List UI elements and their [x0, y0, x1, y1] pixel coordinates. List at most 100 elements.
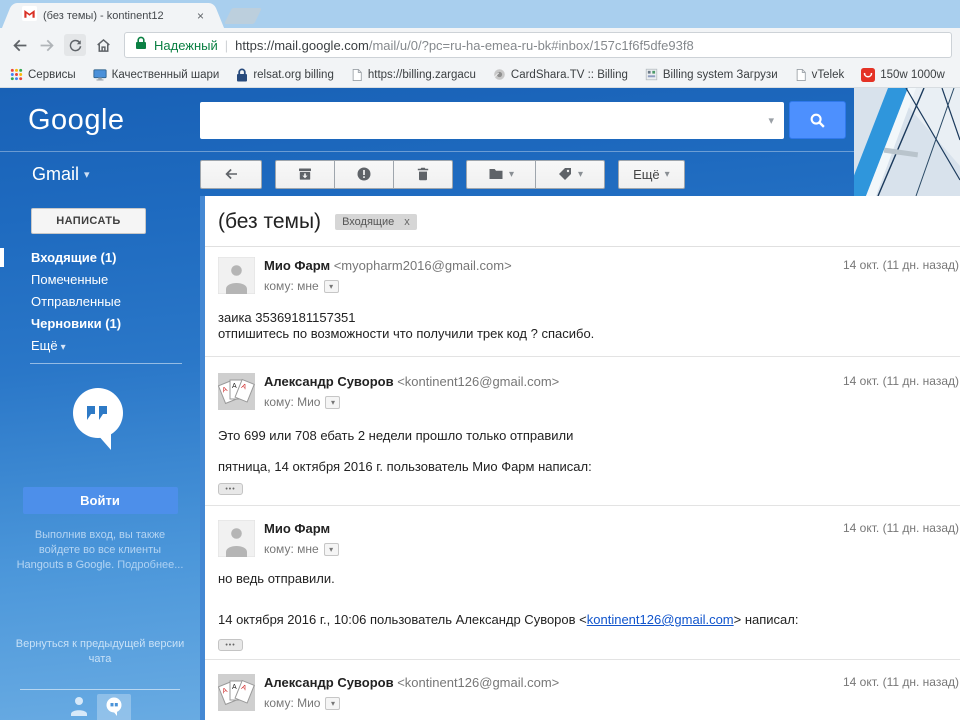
gmail-header: Google ▾: [0, 88, 960, 152]
tab-close-icon[interactable]: ×: [195, 9, 206, 23]
new-tab-button[interactable]: [224, 8, 262, 24]
sidebar-item-starred[interactable]: Помеченные: [0, 269, 200, 291]
show-trimmed-content-button[interactable]: •••: [218, 483, 243, 495]
sidebar-more-caret-icon: ▾: [60, 342, 66, 353]
sidebar-item-inbox[interactable]: Входящие (1): [0, 247, 200, 269]
back-icon[interactable]: [8, 34, 30, 56]
cardshara-icon: [494, 69, 505, 80]
sidebar-item-more[interactable]: Ещё ▾: [0, 335, 200, 357]
labels-button[interactable]: ▾: [535, 159, 606, 189]
more-caret-icon: ▾: [664, 168, 670, 180]
hangouts-icon: [73, 388, 123, 450]
details-dropdown-icon[interactable]: ▾: [323, 542, 339, 556]
label-tag-icon: [559, 168, 572, 180]
search-input[interactable]: [208, 112, 767, 128]
back-to-inbox-button[interactable]: [200, 159, 262, 189]
secure-label[interactable]: Надежный: [154, 38, 218, 53]
google-logo: Google: [28, 103, 125, 136]
quote-attribution: пятница, 14 октября 2016 г. пользователь…: [218, 459, 592, 474]
compose-button[interactable]: НАПИСАТЬ: [31, 208, 146, 234]
browser-tab-bar: (без темы) - kontinent12 ×: [0, 0, 960, 28]
delete-button[interactable]: [393, 159, 453, 189]
home-icon[interactable]: [92, 34, 114, 56]
bookmark-aliexpress[interactable]: 150w 1000w: [861, 67, 945, 82]
url-bar[interactable]: Надежный | https://mail.google.com/mail/…: [124, 32, 952, 58]
message-body-line: но ведь отправили.: [218, 571, 335, 586]
gmail-menu-caret-icon: ▾: [84, 168, 90, 181]
billing-system-icon: [645, 68, 658, 81]
spam-button[interactable]: [334, 159, 394, 189]
tab-title: (без темы) - kontinent12: [43, 9, 164, 22]
message-1[interactable]: Мио Фарм <myopharm2016@gmail.com> кому: …: [218, 247, 960, 342]
back-to-old-chat-link[interactable]: Вернуться к предыдущей версии чата: [15, 637, 185, 668]
bookmark-zargacu[interactable]: https://billing.zargacu: [351, 68, 476, 82]
url-text[interactable]: https://mail.google.com/mail/u/0/?pc=ru-…: [235, 38, 694, 53]
message-4[interactable]: AAA Александр Суворов <kontinent126@gmai…: [218, 660, 960, 720]
bookmark-services[interactable]: Сервисы: [10, 68, 76, 81]
quote-attribution: 14 октября 2016 г., 10:06 пользователь А…: [218, 612, 799, 627]
spam-icon: [357, 167, 371, 181]
show-trimmed-content-button[interactable]: •••: [218, 639, 243, 651]
reload-icon[interactable]: [64, 34, 86, 56]
more-actions-button[interactable]: Ещё ▾: [618, 159, 685, 189]
search-options-caret-icon[interactable]: ▾: [766, 114, 776, 127]
message-2[interactable]: AAA Александр Суворов <kontinent126@gmai…: [218, 357, 960, 495]
gmail-toolbar: Gmail ▾ ▾ ▾ Ещё ▾: [0, 152, 960, 196]
url-path: /mail/u/0/?pc=ru-ha-emea-ru-bk#inbox/157…: [368, 37, 694, 53]
bookmark-kachestvenny[interactable]: Качественный шари: [93, 68, 219, 82]
to-label: кому: Мио: [264, 395, 321, 409]
browser-tab[interactable]: (без темы) - kontinent12 ×: [14, 3, 212, 28]
url-separator: |: [224, 37, 229, 53]
details-dropdown-icon[interactable]: ▾: [323, 279, 339, 293]
trash-icon: [417, 167, 429, 181]
gmail-app: Google ▾ Gmail ▾ ▾ ▾ Ещё ▾ НАПИСАТЬ Вход…: [0, 88, 960, 720]
archive-icon: [299, 168, 311, 180]
move-to-caret-icon: ▾: [509, 168, 515, 180]
gmail-menu[interactable]: Gmail ▾: [0, 164, 200, 185]
to-label: кому: мне: [264, 279, 319, 293]
move-to-button[interactable]: ▾: [466, 159, 537, 189]
hangouts-signin-button[interactable]: Войти: [22, 487, 178, 514]
archive-button[interactable]: [275, 159, 335, 189]
avatar-person-icon: [218, 520, 255, 557]
details-dropdown-icon[interactable]: ▾: [325, 395, 341, 409]
message-date: 14 окт. (11 дн. назад): [843, 521, 959, 535]
contacts-person-icon[interactable]: [69, 694, 89, 720]
avatar-cards-image: AAA: [218, 373, 255, 410]
hangouts-more-link[interactable]: Подробнее...: [117, 559, 183, 571]
secure-lock-icon[interactable]: [135, 36, 147, 55]
sidebar-item-sent[interactable]: Отправленные: [0, 291, 200, 313]
sidebar-item-drafts[interactable]: Черновики (1): [0, 313, 200, 335]
to-label: кому: мне: [264, 542, 319, 556]
message-body-line: заика 35369181157351: [218, 310, 356, 325]
to-label: кому: Мио: [264, 696, 321, 710]
hangouts-footer-icon[interactable]: [97, 694, 131, 720]
bookmark-billing-system[interactable]: Billing system Загрузи: [645, 68, 778, 81]
quoted-email-link[interactable]: kontinent126@gmail.com: [587, 612, 734, 627]
message-3[interactable]: Мио Фарм кому: мне ▾ 14 окт. (11 дн. наза…: [218, 506, 960, 651]
monitor-icon: [93, 68, 107, 81]
bookmark-cardshara[interactable]: CardShara.TV :: Billing: [493, 68, 628, 81]
message-body-line: Это 699 или 708 ебать 2 недели прошло то…: [218, 428, 574, 443]
sender-email: <kontinent126@gmail.com>: [397, 675, 560, 690]
page-icon: [352, 68, 362, 81]
search-button[interactable]: [789, 101, 846, 139]
bookmark-vtelek[interactable]: vTelek: [795, 68, 844, 82]
gmail-favicon-icon: [22, 5, 37, 26]
search-box[interactable]: ▾: [200, 101, 784, 139]
sender-email: <kontinent126@gmail.com>: [397, 374, 560, 389]
message-body-line: отпишитесь по возможности что получили т…: [218, 326, 595, 341]
hangouts-note: Выполнив вход, вы также войдете во все к…: [16, 529, 184, 571]
svg-text:A: A: [232, 383, 237, 390]
details-dropdown-icon[interactable]: ▾: [325, 696, 341, 710]
inbox-label-chip[interactable]: Входящие x: [335, 214, 417, 230]
forward-icon: [36, 34, 58, 56]
chip-remove-icon[interactable]: x: [404, 216, 410, 228]
page-icon: [796, 68, 806, 81]
bookmark-relsat[interactable]: relsat.org billing: [236, 68, 334, 82]
sender-name: Александр Суворов: [264, 675, 394, 690]
sender-name: Александр Суворов: [264, 374, 394, 389]
browser-address-bar: Надежный | https://mail.google.com/mail/…: [0, 28, 960, 62]
sender-name: Мио Фарм: [264, 258, 331, 273]
sender-email: <myopharm2016@gmail.com>: [333, 258, 512, 273]
